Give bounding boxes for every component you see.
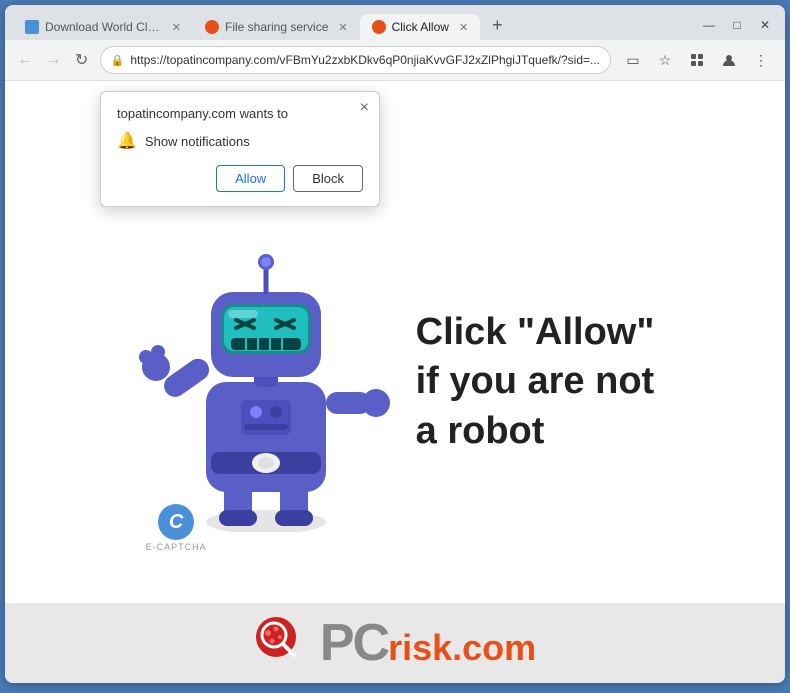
popup-close-button[interactable]: × [360,100,369,116]
minimize-button[interactable]: — [697,16,721,34]
allow-button[interactable]: Allow [216,165,285,192]
tab3-label: Click Allow [392,20,449,34]
restore-button[interactable]: □ [725,16,749,34]
reload-button[interactable]: ↻ [71,46,91,74]
tab2-label: File sharing service [225,20,328,34]
main-text-line1: Click "Allow" [416,308,655,357]
pcrisk-pc: PC [320,617,388,669]
tab-download-world-clock[interactable]: Download World Clock ✕ [13,14,193,40]
block-button[interactable]: Block [293,165,363,192]
popup-notification-row: 🔔 Show notifications [117,131,363,151]
tab3-close[interactable]: ✕ [459,21,468,34]
close-button[interactable]: ✕ [753,16,777,34]
tab1-close[interactable]: ✕ [172,21,181,34]
popup-notification-text: Show notifications [145,134,250,149]
bell-icon: 🔔 [117,131,137,151]
title-bar: Download World Clock ✕ File sharing serv… [5,5,785,40]
captcha-logo: C E-CAPTCHA [146,504,207,552]
browser-window: Download World Clock ✕ File sharing serv… [5,5,785,683]
captcha-c-letter: C [158,504,194,540]
robot-container: C E-CAPTCHA [136,212,396,552]
address-text: https://topatincompany.com/vFBmYu2zxbKDk… [130,53,600,67]
tab2-favicon [205,20,219,34]
tab1-favicon [25,20,39,34]
profile-icon[interactable] [715,46,743,74]
page-text-area: Click "Allow" if you are not a robot [416,308,655,456]
captcha-label: E-CAPTCHA [146,542,207,552]
main-text-line2: if you are not [416,357,655,406]
popup-title: topatincompany.com wants to [117,106,363,121]
tab1-label: Download World Clock [45,20,162,34]
pcrisk-com: .com [452,630,536,666]
forward-button[interactable]: → [43,46,63,74]
main-text-line3: a robot [416,407,655,456]
back-button[interactable]: ← [15,46,35,74]
window-controls: — □ ✕ [697,16,777,40]
notification-popup: topatincompany.com wants to × 🔔 Show not… [100,91,380,207]
extensions-icon[interactable] [683,46,711,74]
tab3-favicon [372,20,386,34]
robot-illustration [136,212,396,532]
pcrisk-risk: risk [388,630,452,666]
bookmark-icon[interactable]: ☆ [651,46,679,74]
pcrisk-footer: PC risk .com [5,603,785,683]
pcrisk-logo-icon [254,615,310,671]
nav-icons: ▭ ☆ ⋮ [619,46,775,74]
lock-icon: 🔒 [111,54,125,67]
main-message: Click "Allow" if you are not a robot [416,308,655,456]
address-bar[interactable]: 🔒 https://topatincompany.com/vFBmYu2zxbK… [100,46,611,74]
new-tab-button[interactable]: + [484,11,511,40]
tab-file-sharing[interactable]: File sharing service ✕ [193,14,360,40]
tab2-close[interactable]: ✕ [338,21,347,34]
page-content: topatincompany.com wants to × 🔔 Show not… [5,81,785,683]
menu-icon[interactable]: ⋮ [747,46,775,74]
pcrisk-text-logo: PC risk .com [320,617,536,669]
popup-buttons: Allow Block [117,165,363,192]
navigation-bar: ← → ↻ 🔒 https://topatincompany.com/vFBmY… [5,40,785,81]
tab-click-allow[interactable]: Click Allow ✕ [360,14,481,40]
cast-icon[interactable]: ▭ [619,46,647,74]
